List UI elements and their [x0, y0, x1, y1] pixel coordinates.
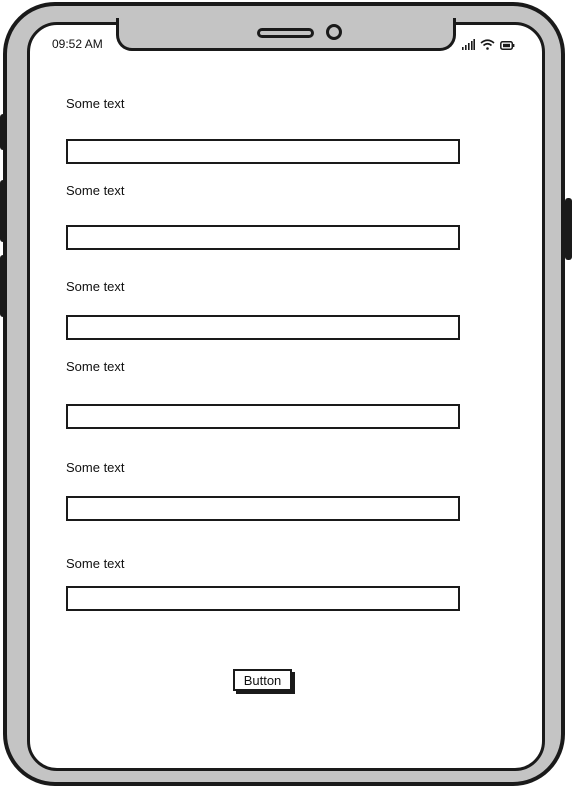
side-button-left-top — [0, 114, 7, 150]
field-label-1: Some text — [66, 96, 125, 111]
wifi-icon — [480, 39, 495, 50]
field-label-4: Some text — [66, 359, 125, 374]
field-label-3: Some text — [66, 279, 125, 294]
text-field-3[interactable] — [66, 315, 460, 340]
phone-screen — [27, 22, 545, 771]
side-button-left-middle — [0, 180, 7, 242]
text-field-4[interactable] — [66, 404, 460, 429]
text-field-1[interactable] — [66, 139, 460, 164]
side-button-left-bottom — [0, 255, 7, 317]
signal-icon — [462, 39, 475, 50]
text-field-6[interactable] — [66, 586, 460, 611]
field-label-5: Some text — [66, 460, 125, 475]
submit-button[interactable]: Button — [233, 669, 292, 691]
status-icons — [462, 38, 515, 50]
battery-icon — [500, 41, 515, 50]
status-time: 09:52 AM — [52, 37, 103, 51]
text-field-5[interactable] — [66, 496, 460, 521]
front-camera — [326, 24, 342, 40]
field-label-2: Some text — [66, 183, 125, 198]
side-button-right — [565, 198, 572, 260]
text-field-2[interactable] — [66, 225, 460, 250]
speaker-grille — [257, 28, 314, 38]
field-label-6: Some text — [66, 556, 125, 571]
